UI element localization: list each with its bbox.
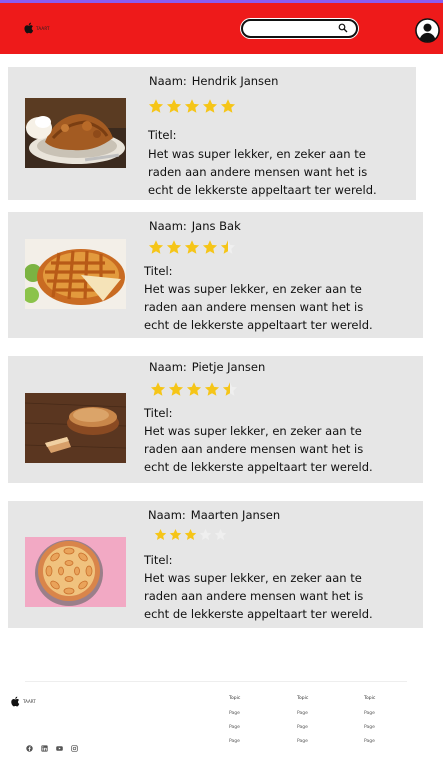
star-half-icon xyxy=(222,382,238,396)
review-title-label: Titel: xyxy=(144,264,173,278)
review-card: Naam: Pietje Jansen Titel: Het was super … xyxy=(8,356,423,483)
review-photo xyxy=(25,239,126,309)
star-rating xyxy=(148,98,236,114)
star-filled-icon xyxy=(148,240,164,254)
reviewer-name: Hendrik Jansen xyxy=(191,74,279,88)
search-input[interactable] xyxy=(241,19,358,38)
reviewer-name-row: Naam: Hendrik Jansen xyxy=(149,74,278,88)
star-filled-icon xyxy=(202,99,218,113)
review-title-label: Titel: xyxy=(144,553,173,567)
review-photo xyxy=(25,537,126,607)
header-logo-text: TAART xyxy=(36,25,50,31)
apple-logo-icon xyxy=(11,696,20,707)
apple-logo-icon xyxy=(24,22,34,34)
review-text: Het was super lekker, en zeker aan te ra… xyxy=(144,424,373,474)
review-card: Naam: Hendrik Jansen Titel: Het was super… xyxy=(8,67,416,200)
header-bar: TAART xyxy=(0,3,443,54)
review-photo xyxy=(25,98,126,168)
star-filled-icon xyxy=(169,529,182,541)
footer-logo-text: TAART xyxy=(23,699,36,704)
review-title-label: Titel: xyxy=(148,128,177,142)
reviewer-name: Maarten Jansen xyxy=(190,508,281,522)
star-filled-icon xyxy=(184,529,197,541)
name-label: Naam: xyxy=(148,508,186,522)
footer-logo[interactable]: TAART xyxy=(10,696,36,707)
search-icon[interactable] xyxy=(338,23,348,33)
star-filled-icon xyxy=(220,99,236,113)
name-label: Naam: xyxy=(149,219,187,233)
star-filled-icon xyxy=(154,529,167,541)
review-card: Naam: Jans Bak Titel: Het was super lekke… xyxy=(8,212,423,338)
star-filled-icon xyxy=(186,382,202,396)
footer-topic: Topic xyxy=(297,696,309,701)
footer-link[interactable]: Page xyxy=(229,725,240,739)
review-card: Naam: Maarten Jansen Titel: Het was super… xyxy=(8,501,423,628)
star-filled-icon xyxy=(150,382,166,396)
footer-link[interactable]: Page xyxy=(229,739,240,753)
star-filled-icon xyxy=(202,240,218,254)
footer-link[interactable]: Page xyxy=(364,711,375,725)
star-filled-icon xyxy=(148,99,164,113)
star-filled-icon xyxy=(204,382,220,396)
footer-divider xyxy=(25,681,407,682)
youtube-icon[interactable] xyxy=(56,737,63,751)
footer-link[interactable]: Page xyxy=(229,711,240,725)
review-photo xyxy=(25,393,126,463)
star-rating xyxy=(154,528,227,541)
social-links xyxy=(26,737,78,752)
footer-link[interactable]: Page xyxy=(364,725,375,739)
footer-column: Topic Page Page Page xyxy=(297,696,308,753)
reviewer-name: Pietje Jansen xyxy=(191,360,266,374)
star-half-icon xyxy=(220,240,236,254)
review-text: Het was super lekker, en zeker aan te ra… xyxy=(148,147,377,197)
footer-column: Topic Page Page Page xyxy=(229,696,240,753)
star-rating xyxy=(148,239,236,255)
star-filled-icon xyxy=(166,99,182,113)
footer-column: Topic Page Page Page xyxy=(364,696,375,753)
star-rating xyxy=(150,381,238,397)
linkedin-icon[interactable] xyxy=(41,737,48,752)
reviewer-name: Jans Bak xyxy=(191,219,241,233)
review-text: Het was super lekker, en zeker aan te ra… xyxy=(144,282,373,332)
star-filled-icon xyxy=(184,240,200,254)
user-avatar-icon[interactable] xyxy=(415,18,440,43)
star-empty-icon xyxy=(214,529,227,541)
facebook-icon[interactable] xyxy=(26,737,33,752)
star-filled-icon xyxy=(168,382,184,396)
name-label: Naam: xyxy=(149,74,187,88)
star-empty-icon xyxy=(199,529,212,541)
footer-topic: Topic xyxy=(229,696,241,701)
footer-link[interactable]: Page xyxy=(297,739,308,753)
review-title-label: Titel: xyxy=(144,406,173,420)
reviewer-name-row: Naam: Pietje Jansen xyxy=(149,360,265,374)
footer-link[interactable]: Page xyxy=(364,739,375,753)
review-text: Het was super lekker, en zeker aan te ra… xyxy=(144,571,373,621)
star-filled-icon xyxy=(184,99,200,113)
star-filled-icon xyxy=(166,240,182,254)
footer-topic: Topic xyxy=(364,696,376,701)
name-label: Naam: xyxy=(149,360,187,374)
reviewer-name-row: Naam: Jans Bak xyxy=(149,219,241,233)
instagram-icon[interactable] xyxy=(71,737,78,752)
reviewer-name-row: Naam: Maarten Jansen xyxy=(148,508,280,522)
footer-link[interactable]: Page xyxy=(297,725,308,739)
header-logo[interactable]: TAART xyxy=(23,22,50,34)
footer-link[interactable]: Page xyxy=(297,711,308,725)
